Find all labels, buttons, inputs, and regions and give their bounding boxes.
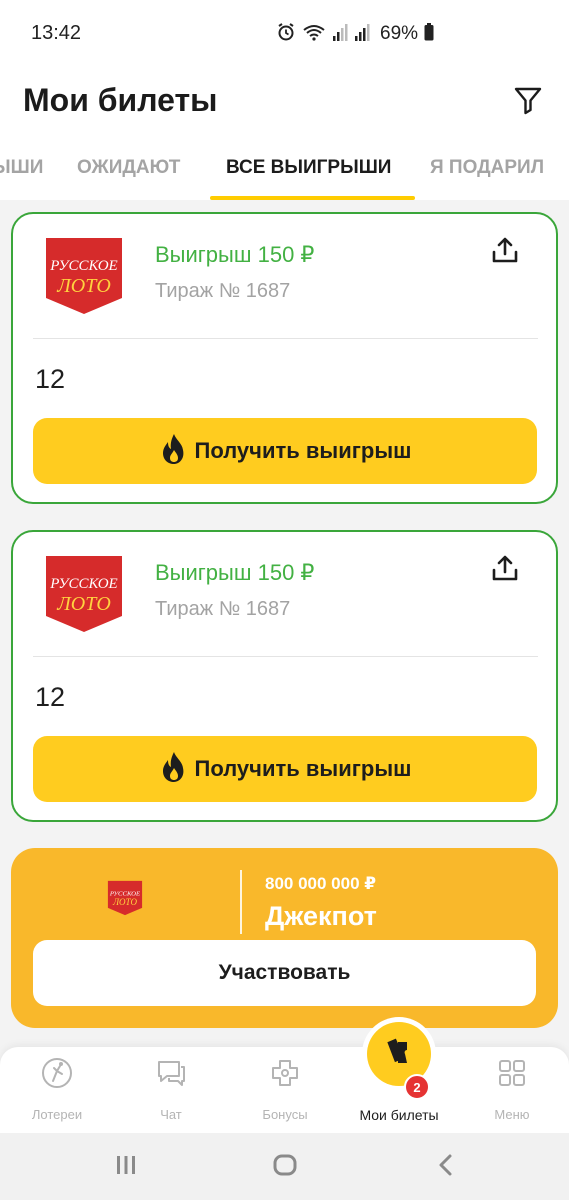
- back-icon: [434, 1153, 458, 1182]
- ticket-divider: [33, 656, 538, 657]
- svg-text:ЛОТО: ЛОТО: [56, 593, 111, 615]
- nav-item-lotteries[interactable]: Лотереи: [7, 1047, 107, 1133]
- ticket-prize: Выигрыш 150 ₽: [155, 242, 315, 267]
- share-icon: [491, 554, 519, 587]
- ticket-divider: [33, 338, 538, 339]
- ticket-draw-number: Тираж № 1687: [155, 598, 291, 620]
- recent-apps-icon: [114, 1153, 138, 1182]
- svg-text:РУССКОЕ: РУССКОЕ: [49, 576, 117, 592]
- ticket-number: 12: [35, 364, 66, 394]
- tab-bar: ЫШИ ОЖИДАЮТ ВСЕ ВЫИГРЫШИ Я ПОДАРИЛ: [0, 150, 569, 200]
- ticket-card[interactable]: РУССКОЕ ЛОТО Выигрыш 150 ₽ Тираж № 1687 …: [11, 530, 558, 822]
- ticket-draw-number: Тираж № 1687: [155, 280, 291, 302]
- claim-prize-label: Получить выигрыш: [194, 438, 412, 463]
- ticket-number: 12: [35, 682, 66, 712]
- bonus-icon: [269, 1057, 301, 1089]
- filter-icon: [513, 85, 543, 120]
- nav-label-lotteries: Лотереи: [31, 1107, 83, 1122]
- status-icons: 69%: [276, 22, 434, 46]
- battery-icon: [424, 22, 434, 46]
- nav-item-bonuses[interactable]: Бонусы: [235, 1047, 335, 1133]
- ticket-prize: Выигрыш 150 ₽: [155, 560, 315, 585]
- filter-button[interactable]: [508, 82, 548, 122]
- jackpot-banner[interactable]: РУССКОЕ ЛОТО 800 000 000 ₽ Джекпот Участ…: [11, 848, 558, 1028]
- jackpot-label: Джекпот: [265, 901, 377, 931]
- jackpot-amount: 800 000 000 ₽: [265, 874, 377, 893]
- bottom-nav: Лотереи Чат Бонусы Мои билеты Меню: [0, 1047, 569, 1133]
- russkoe-loto-logo-small: РУССКОЕ ЛОТО: [107, 880, 143, 916]
- home-icon: [272, 1152, 298, 1183]
- battery-percent: 69%: [380, 23, 419, 44]
- status-time: 13:42: [31, 22, 82, 44]
- participate-label: Участвовать: [218, 961, 351, 984]
- signal-icon-1: [332, 22, 348, 47]
- alarm-icon: [276, 22, 296, 47]
- jackpot-separator: [240, 870, 242, 934]
- nav-item-chat[interactable]: Чат: [121, 1047, 221, 1133]
- russkoe-loto-logo: РУССКОЕ ЛОТО: [44, 236, 124, 316]
- participate-button[interactable]: Участвовать: [33, 940, 536, 1006]
- share-icon: [491, 236, 519, 269]
- nav-label-chat: Чат: [160, 1107, 182, 1122]
- lottery-ball-icon: [41, 1057, 73, 1089]
- nav-label-menu: Меню: [494, 1107, 530, 1122]
- tab-wins-partial[interactable]: ЫШИ: [0, 150, 43, 186]
- page-title: Мои билеты: [23, 82, 218, 118]
- russkoe-loto-logo: РУССКОЕ ЛОТО: [44, 554, 124, 634]
- claim-prize-button[interactable]: Получить выигрыш: [33, 736, 537, 802]
- tab-gifted[interactable]: Я ПОДАРИЛ: [430, 150, 544, 186]
- svg-text:ЛОТО: ЛОТО: [56, 275, 111, 297]
- svg-text:РУССКОЕ: РУССКОЕ: [49, 258, 117, 274]
- tickets-badge: 2: [404, 1074, 430, 1100]
- signal-icon-2: [354, 22, 372, 47]
- chat-icon: [155, 1057, 187, 1089]
- nav-label-bonuses: Бонусы: [262, 1107, 308, 1122]
- nav-item-menu[interactable]: Меню: [462, 1047, 562, 1133]
- recent-apps-button[interactable]: [110, 1151, 142, 1183]
- tickets-icon: [382, 1035, 416, 1074]
- share-button[interactable]: [489, 236, 521, 268]
- system-nav-bar: [0, 1133, 569, 1200]
- svg-text:ЛОТО: ЛОТО: [112, 897, 138, 907]
- share-button[interactable]: [489, 554, 521, 586]
- ticket-card[interactable]: РУССКОЕ ЛОТО Выигрыш 150 ₽ Тираж № 1687 …: [11, 212, 558, 504]
- fire-icon: [159, 751, 189, 788]
- tab-waiting[interactable]: ОЖИДАЮТ: [77, 150, 180, 186]
- home-button[interactable]: [269, 1151, 301, 1183]
- wifi-icon: [302, 22, 326, 47]
- back-button[interactable]: [430, 1151, 462, 1183]
- svg-text:РУССКОЕ: РУССКОЕ: [109, 890, 141, 897]
- tab-all-wins[interactable]: ВСЕ ВЫИГРЫШИ: [226, 150, 391, 186]
- menu-grid-icon: [496, 1057, 528, 1089]
- tab-active-indicator: [210, 196, 415, 200]
- claim-prize-button[interactable]: Получить выигрыш: [33, 418, 537, 484]
- fire-icon: [159, 433, 189, 470]
- nav-label-my-tickets: Мои билеты: [359, 1107, 439, 1123]
- claim-prize-label: Получить выигрыш: [194, 756, 412, 781]
